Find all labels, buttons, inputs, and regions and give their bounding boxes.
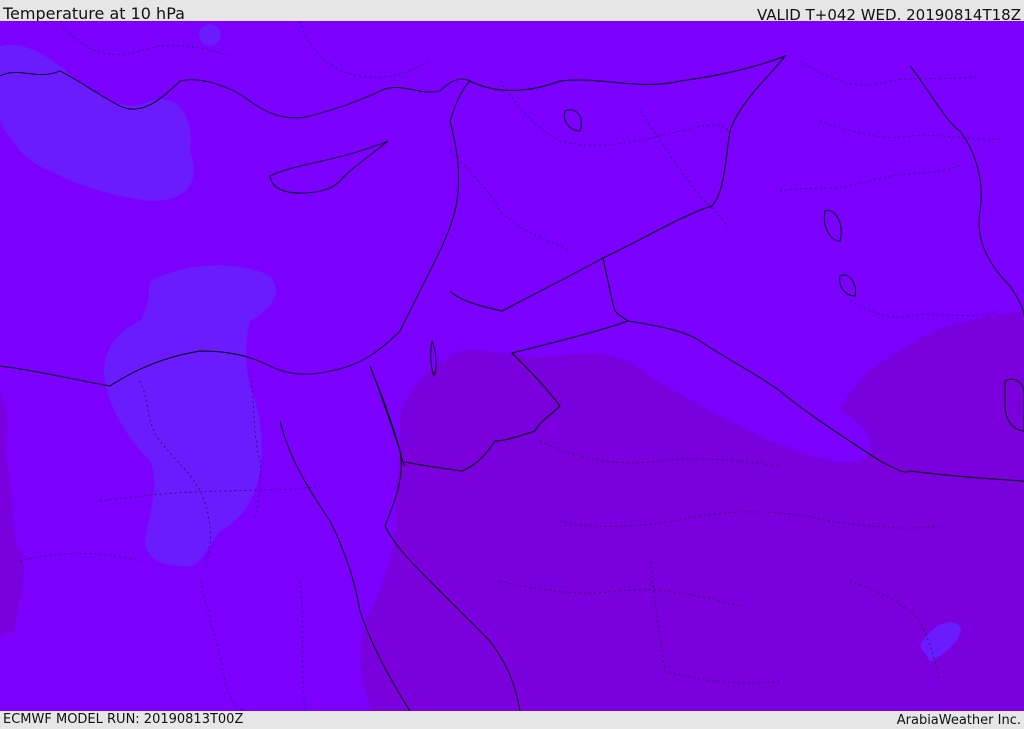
credit-text: ArabiaWeather Inc.: [896, 713, 1021, 728]
temperature-map: [0, 21, 1024, 711]
cool-spot-north: [199, 24, 221, 46]
map-canvas: [0, 21, 1024, 711]
model-run: ECMWF MODEL RUN: 20190813T00Z: [3, 712, 244, 727]
header-bar: Temperature at 10 hPa VALID T+042 WED. 2…: [0, 0, 1024, 24]
footer-bar: ECMWF MODEL RUN: 20190813T00Z ArabiaWeat…: [0, 711, 1024, 729]
